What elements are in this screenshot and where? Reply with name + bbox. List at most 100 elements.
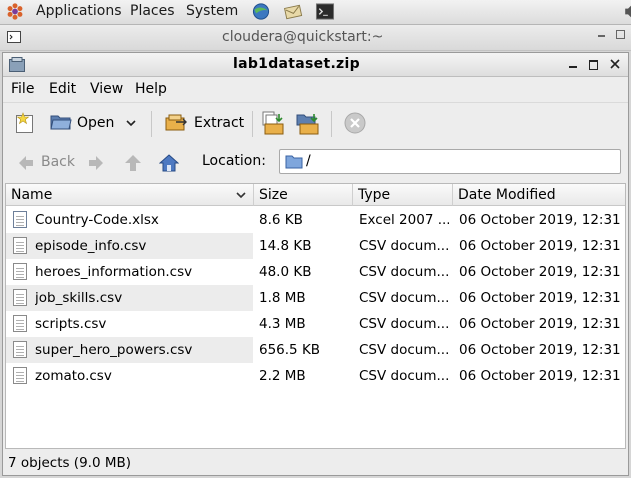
top-panel: Applications Places System — [0, 0, 631, 25]
file-name: super_hero_powers.csv — [35, 342, 193, 358]
minimize-icon[interactable] — [598, 35, 605, 37]
open-button[interactable]: Open — [46, 110, 144, 136]
text-file-icon — [13, 263, 27, 280]
file-name: Country-Code.xlsx — [35, 212, 159, 228]
toolbar-separator — [151, 111, 152, 137]
file-date: 06 October 2019, 12:31 — [459, 212, 621, 228]
app-logo-icon[interactable] — [5, 2, 25, 21]
file-name: heroes_information.csv — [35, 264, 193, 280]
menu-file[interactable]: File — [11, 81, 34, 97]
text-file-icon — [13, 289, 27, 306]
location-field[interactable]: / — [279, 149, 621, 174]
add-folder-icon[interactable] — [295, 111, 321, 135]
table-row[interactable]: zomato.csv 2.2 MB CSV docum... 06 October 2… — [6, 363, 625, 389]
volume-icon[interactable] — [619, 2, 631, 21]
file-type: CSV docum... — [359, 264, 449, 280]
folder-open-icon — [50, 115, 72, 130]
archive-manager-window: lab1dataset.zip File Edit View Help Open — [2, 52, 629, 476]
window-titlebar[interactable]: lab1dataset.zip — [3, 53, 628, 77]
menu-help[interactable]: Help — [135, 81, 167, 97]
text-file-icon — [13, 237, 27, 254]
forward-arrow-icon[interactable] — [87, 155, 105, 171]
file-date: 06 October 2019, 12:31 — [459, 264, 621, 280]
column-header-name[interactable]: Name — [6, 184, 254, 206]
file-type: CSV docum... — [359, 290, 449, 306]
home-icon[interactable] — [159, 154, 179, 172]
table-row[interactable]: job_skills.csv 1.8 MB CSV docum... 06 Octob… — [6, 285, 625, 311]
terminal-window-titlebar: cloudera@quickstart:~ — [0, 25, 631, 51]
column-header-size[interactable]: Size — [254, 184, 353, 206]
file-name: zomato.csv — [35, 368, 112, 384]
extract-icon — [165, 114, 187, 131]
table-row[interactable]: heroes_information.csv 48.0 KB CSV docum..… — [6, 259, 625, 285]
toolbar-separator — [331, 111, 332, 137]
file-type: CSV docum... — [359, 316, 449, 332]
file-size: 1.8 MB — [259, 290, 306, 306]
table-row[interactable]: scripts.csv 4.3 MB CSV docum... 06 October … — [6, 311, 625, 337]
mail-icon[interactable] — [283, 2, 303, 21]
menu-edit[interactable]: Edit — [49, 81, 76, 97]
open-label: Open — [77, 115, 115, 131]
up-arrow-icon[interactable] — [124, 154, 142, 172]
table-row[interactable]: Country-Code.xlsx 8.6 KB Excel 2007 ... 06 … — [6, 207, 625, 233]
location-value: / — [306, 153, 311, 169]
browser-icon[interactable] — [251, 2, 271, 21]
folder-icon — [285, 155, 303, 169]
file-date: 06 October 2019, 12:31 — [459, 342, 621, 358]
window-title: lab1dataset.zip — [233, 56, 360, 72]
close-icon[interactable] — [610, 59, 620, 69]
text-file-icon — [13, 367, 27, 384]
add-files-icon[interactable] — [260, 111, 286, 135]
maximize-icon[interactable] — [589, 60, 598, 70]
file-date: 06 October 2019, 12:31 — [459, 316, 621, 332]
file-size: 2.2 MB — [259, 368, 306, 384]
file-size: 8.6 KB — [259, 212, 303, 228]
table-row[interactable]: episode_info.csv 14.8 KB CSV docum... 06 Oc… — [6, 233, 625, 259]
extract-button[interactable]: Extract — [161, 110, 245, 136]
maximize-icon[interactable] — [616, 30, 625, 39]
terminal-icon[interactable] — [315, 2, 335, 21]
system-menu[interactable]: System — [186, 3, 238, 19]
stop-icon[interactable] — [344, 112, 366, 134]
file-date: 06 October 2019, 12:31 — [459, 368, 621, 384]
extract-label: Extract — [194, 115, 245, 131]
back-arrow-icon — [19, 156, 33, 170]
column-header-name-label: Name — [11, 187, 53, 203]
chevron-down-icon[interactable] — [126, 120, 136, 127]
location-bar: Back Location: / — [3, 145, 628, 181]
text-file-icon — [13, 315, 27, 332]
new-archive-icon[interactable] — [14, 112, 36, 134]
file-name: episode_info.csv — [35, 238, 147, 254]
file-size: 48.0 KB — [259, 264, 312, 280]
table-row[interactable]: super_hero_powers.csv 656.5 KB CSV docum..… — [6, 337, 625, 363]
terminal-icon — [7, 31, 21, 43]
toolbar: Open Extract — [3, 102, 628, 146]
menu-view[interactable]: View — [90, 81, 123, 97]
places-menu[interactable]: Places — [130, 3, 175, 19]
column-header-date[interactable]: Date Modified — [453, 184, 625, 206]
archive-icon — [9, 57, 25, 72]
status-bar: 7 objects (9.0 MB) — [3, 451, 628, 475]
back-label: Back — [41, 154, 75, 170]
file-size: 4.3 MB — [259, 316, 306, 332]
file-list: Name Size Type Date Modified Country-Cod… — [5, 183, 626, 449]
minimize-icon[interactable] — [569, 66, 577, 68]
file-name: scripts.csv — [35, 316, 107, 332]
toolbar-separator — [252, 111, 253, 137]
applications-menu[interactable]: Applications — [36, 3, 122, 19]
file-date: 06 October 2019, 12:31 — [459, 238, 621, 254]
file-size: 14.8 KB — [259, 238, 312, 254]
spreadsheet-file-icon — [13, 211, 27, 228]
file-type: CSV docum... — [359, 238, 449, 254]
file-date: 06 October 2019, 12:31 — [459, 290, 621, 306]
file-type: CSV docum... — [359, 368, 449, 384]
location-label: Location: — [202, 153, 266, 169]
text-file-icon — [13, 341, 27, 358]
file-name: job_skills.csv — [35, 290, 123, 306]
column-header-type[interactable]: Type — [353, 184, 453, 206]
file-type: Excel 2007 ... — [359, 212, 449, 228]
back-button[interactable]: Back — [11, 151, 77, 175]
status-text: 7 objects (9.0 MB) — [8, 455, 132, 471]
file-type: CSV docum... — [359, 342, 449, 358]
sort-chevron-icon — [236, 192, 246, 199]
